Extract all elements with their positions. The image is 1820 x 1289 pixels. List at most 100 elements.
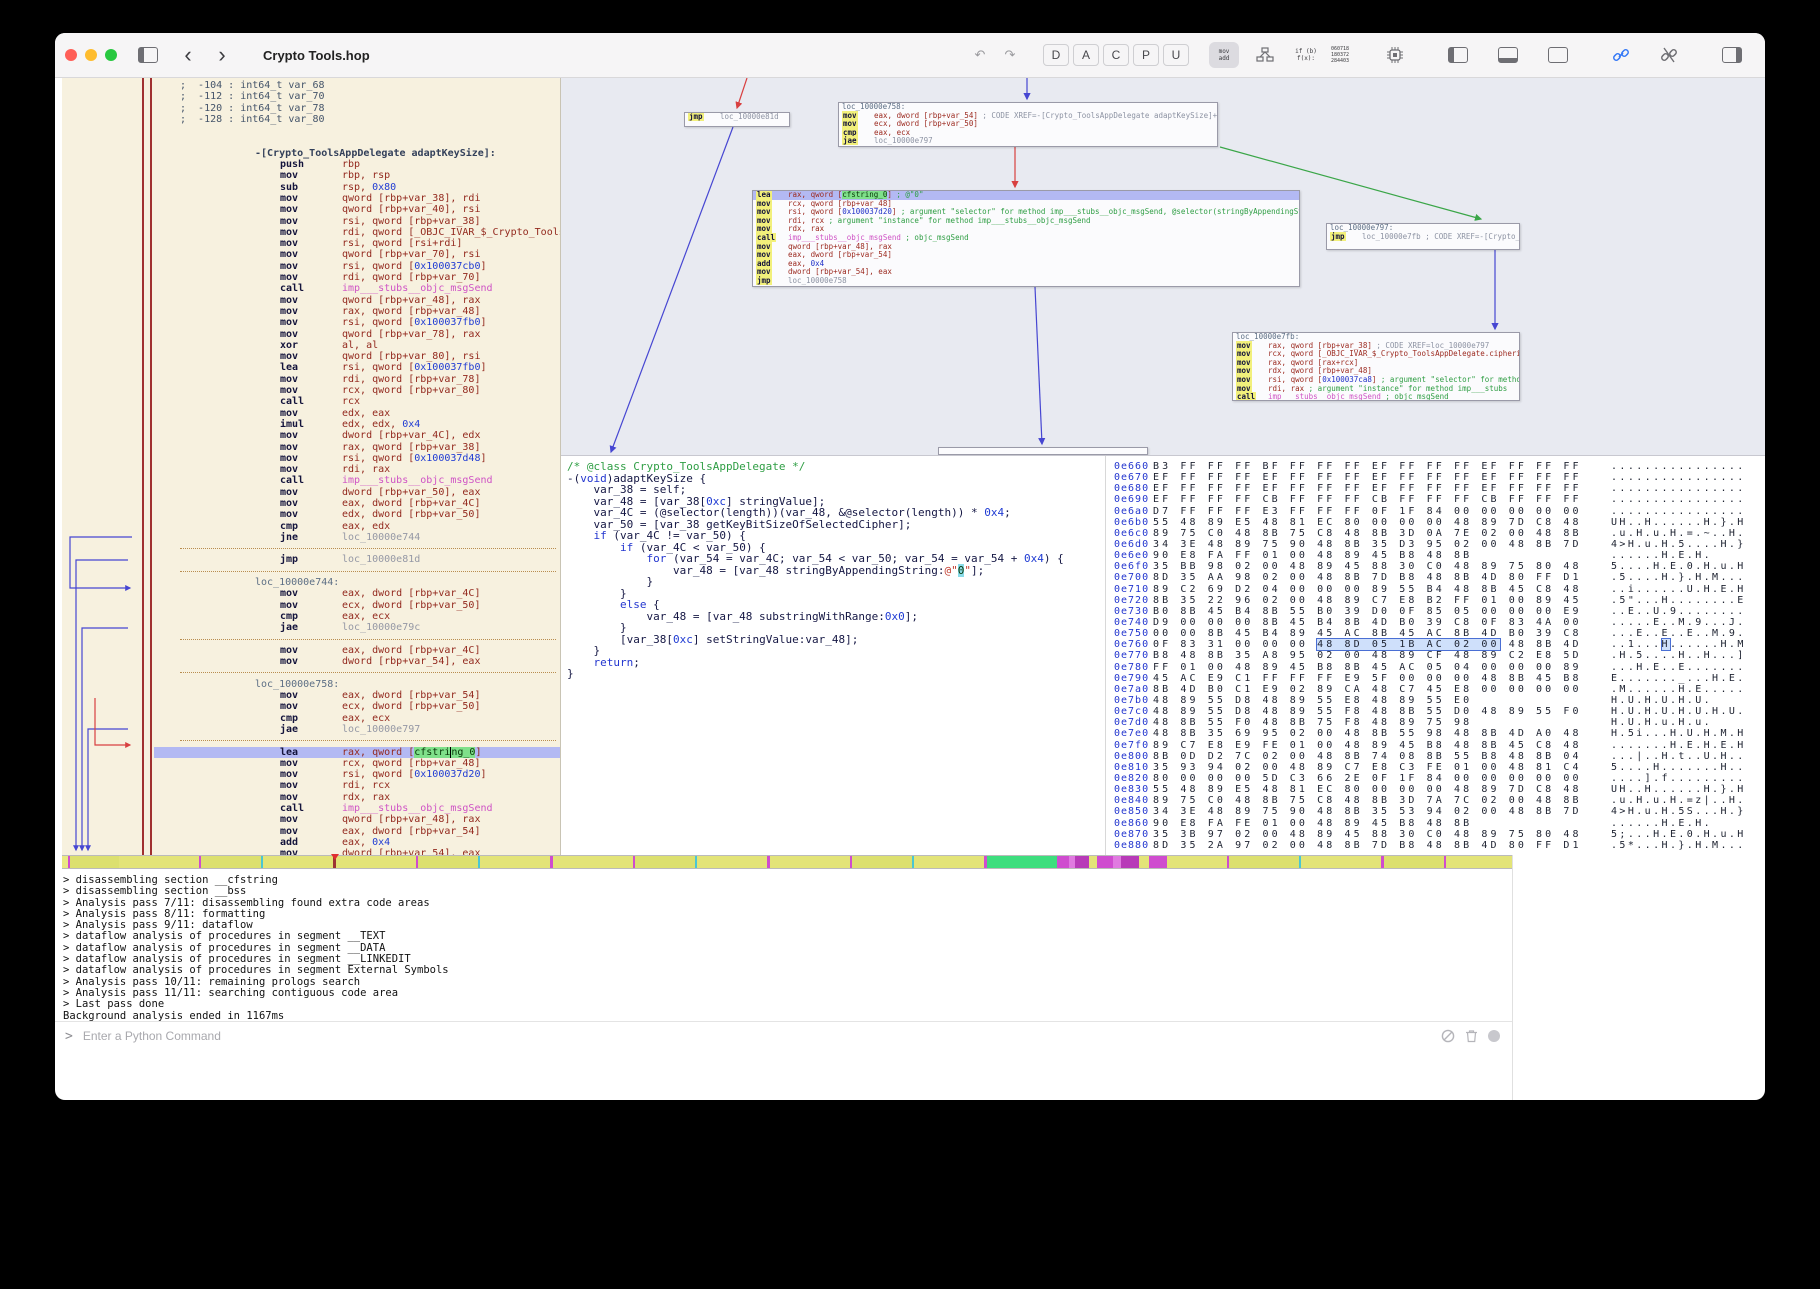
- asm-instruction[interactable]: movqword [rbp+var_40], rsi: [62, 204, 560, 215]
- asm-instruction[interactable]: movecx, dword [rbp+var_50]: [62, 701, 560, 712]
- minimap-segment[interactable]: [770, 856, 850, 868]
- assembly-pane[interactable]: ; -104 : int64_t var_68; -112 : int64_t …: [62, 78, 561, 855]
- hex-row[interactable]: 0e780FF 01 00 48 89 45 B8 8B 45 AC 05 04…: [1106, 662, 1765, 673]
- graph-mode-button[interactable]: [1250, 43, 1280, 67]
- graph-block[interactable]: loc_10000e797:jmploc_10000e7fb ; CODE XR…: [1326, 223, 1520, 250]
- toggle-right-sidebar-button[interactable]: [1716, 43, 1748, 67]
- asm-comment[interactable]: ; -112 : int64_t var_70: [62, 91, 560, 102]
- asm-instruction[interactable]: moveax, dword [rbp+var_4C]: [62, 588, 560, 599]
- hex-row[interactable]: 0e7b048 89 55 D8 48 89 55 E8 48 89 55 E0…: [1106, 695, 1765, 706]
- hex-row[interactable]: 0e75000 00 8B 45 B4 89 45 AC 8B 45 AC 8B…: [1106, 628, 1765, 639]
- pseudocode-pane[interactable]: /* @class Crypto_ToolsAppDelegate */-(vo…: [561, 456, 1105, 856]
- asm-instruction[interactable]: movrsi, qword [rbp+var_38]: [62, 216, 560, 227]
- zoom-window-button[interactable]: [105, 49, 117, 61]
- graph-block[interactable]: [938, 447, 1148, 455]
- minimap-segment[interactable]: [336, 856, 416, 868]
- asm-instruction[interactable]: pushrbp: [62, 159, 560, 170]
- mode-button-d[interactable]: D: [1043, 44, 1069, 66]
- close-window-button[interactable]: [65, 49, 77, 61]
- python-command-input[interactable]: [81, 1028, 1441, 1044]
- asm-instruction[interactable]: movrsi, qword [0x100037cb0]: [62, 261, 560, 272]
- asm-comment[interactable]: ; -128 : int64_t var_80: [62, 114, 560, 125]
- hex-row[interactable]: 0e7e048 8B 35 69 95 02 00 48 8B 55 98 48…: [1106, 728, 1765, 739]
- hex-row[interactable]: 0e84089 75 C0 48 8B 75 C8 48 8B 3D 7A 7C…: [1106, 795, 1765, 806]
- hex-row[interactable]: 0e7008D 35 AA 98 02 00 48 8B 7D B8 48 8B…: [1106, 572, 1765, 583]
- asm-instruction[interactable]: xoral, al: [62, 340, 560, 351]
- minimap-segment[interactable]: [1057, 856, 1069, 868]
- minimap-segment[interactable]: [480, 856, 550, 868]
- minimap-segment[interactable]: [1075, 856, 1089, 868]
- split-left-layout-button[interactable]: [1442, 43, 1474, 67]
- asm-instruction[interactable]: imuledx, edx, 0x4: [62, 419, 560, 430]
- asm-instruction[interactable]: movrcx, qword [rbp+var_48]: [62, 758, 560, 769]
- graph-block[interactable]: loc_10000e7fb:movrax, qword [rbp+var_38]…: [1232, 332, 1520, 401]
- asm-instruction[interactable]: movrsi, qword [rsi+rdi]: [62, 238, 560, 249]
- hex-row[interactable]: 0e680EF FF FF FF EF FF FF FF EF FF FF FF…: [1106, 483, 1765, 494]
- hex-row[interactable]: 0e6b055 48 89 E5 48 81 EC 80 00 00 00 48…: [1106, 517, 1765, 528]
- asm-instruction[interactable]: movrcx, qword [rbp+var_80]: [62, 385, 560, 396]
- minimap-segment[interactable]: [263, 856, 333, 868]
- asm-instruction[interactable]: callrcx: [62, 396, 560, 407]
- hex-pane[interactable]: 0e660B3 FF FF FF BF FF FF FF EF FF FF FF…: [1105, 456, 1765, 856]
- asm-instruction[interactable]: jaeloc_10000e79c: [62, 622, 560, 633]
- minimap-segment[interactable]: [635, 856, 695, 868]
- minimap-segment[interactable]: [1446, 856, 1512, 868]
- hex-mode-button[interactable]: 060718180372284403: [1325, 42, 1355, 68]
- hex-row[interactable]: 0e7208B 35 22 96 02 00 48 89 C7 E8 B2 FF…: [1106, 595, 1765, 606]
- hex-row[interactable]: 0e6a0D7 FF FF FF E3 FF FF FF 0F 1F 84 00…: [1106, 506, 1765, 517]
- asm-instruction[interactable]: movrdi, qword [rbp+var_78]: [62, 374, 560, 385]
- hex-row[interactable]: 0e660B3 FF FF FF BF FF FF FF EF FF FF FF…: [1106, 461, 1765, 472]
- hex-row[interactable]: 0e770B8 48 8B 35 A8 95 02 00 48 89 CF 48…: [1106, 650, 1765, 661]
- hex-row[interactable]: 0e6c089 75 C0 48 8B 75 C8 48 8B 3D 0A 7E…: [1106, 528, 1765, 539]
- minimap-segment[interactable]: [201, 856, 261, 868]
- asm-label[interactable]: loc_10000e744:: [62, 577, 560, 588]
- log-console[interactable]: > disassembling section __cfstring> disa…: [55, 871, 1512, 1021]
- split-bottom-layout-button[interactable]: [1492, 43, 1524, 67]
- hex-row[interactable]: 0e6e090 E8 FA FF 01 00 48 89 45 B8 48 8B…: [1106, 550, 1765, 561]
- asm-instruction[interactable]: subrsp, 0x80: [62, 182, 560, 193]
- minimap-segment[interactable]: [1097, 856, 1113, 868]
- asm-instruction[interactable]: movrdi, qword [_OBJC_IVAR_$_Crypto_Tools…: [62, 227, 560, 238]
- hex-row[interactable]: 0e7c048 89 55 D8 48 89 55 F8 48 8B 55 D0…: [1106, 706, 1765, 717]
- unlink-views-button[interactable]: [1654, 43, 1684, 67]
- asm-instruction[interactable]: movrdx, rax: [62, 792, 560, 803]
- pseudocode-mode-button[interactable]: if (b)f(x):: [1291, 42, 1321, 68]
- minimap-segment[interactable]: [1384, 856, 1444, 868]
- asm-instruction[interactable]: moveax, dword [rbp+var_4C]: [62, 645, 560, 656]
- minimap-segment[interactable]: [553, 856, 633, 868]
- pseudocode-line[interactable]: return;: [567, 657, 1064, 669]
- mode-button-u[interactable]: U: [1163, 44, 1189, 66]
- asm-instruction[interactable]: movedx, eax: [62, 408, 560, 419]
- asm-instruction[interactable]: movedx, dword [rbp+var_50]: [62, 509, 560, 520]
- hex-row[interactable]: 0e7a08B 4D B0 C1 E9 02 89 CA 48 C7 45 E8…: [1106, 684, 1765, 695]
- asm-instruction[interactable]: moveax, dword [rbp+var_4C]: [62, 498, 560, 509]
- asm-instruction[interactable]: movqword [rbp+var_48], rax: [62, 295, 560, 306]
- hex-row[interactable]: 0e6f035 BB 98 02 00 48 89 45 88 30 C0 48…: [1106, 561, 1765, 572]
- hex-row[interactable]: 0e730B0 8B 45 B4 8B 55 B0 39 D0 0F 85 05…: [1106, 606, 1765, 617]
- asm-instruction[interactable]: movqword [rbp+var_78], rax: [62, 329, 560, 340]
- asm-instruction[interactable]: movrdi, rcx: [62, 780, 560, 791]
- trash-icon[interactable]: [1465, 1029, 1478, 1043]
- asm-instruction[interactable]: learsi, qword [0x100037fb0]: [62, 362, 560, 373]
- pseudocode-line[interactable]: }: [567, 668, 1064, 680]
- asm-instruction[interactable]: callimp___stubs__objc_msgSend: [62, 803, 560, 814]
- hex-row[interactable]: 0e7f089 C7 E8 E9 FE 01 00 48 89 45 B8 48…: [1106, 740, 1765, 751]
- asm-instruction[interactable]: callimp___stubs__objc_msgSend: [62, 475, 560, 486]
- asm-instruction[interactable]: movqword [rbp+var_38], rdi: [62, 193, 560, 204]
- pseudocode-line[interactable]: }: [567, 645, 1064, 657]
- cpu-button[interactable]: [1380, 43, 1410, 67]
- hex-row[interactable]: 0e690EF FF FF FF CB FF FF FF CB FF FF FF…: [1106, 494, 1765, 505]
- minimize-window-button[interactable]: [85, 49, 97, 61]
- asm-instruction[interactable]: addeax, 0x4: [62, 837, 560, 848]
- asm-instruction[interactable]: callimp___stubs__objc_msgSend: [62, 283, 560, 294]
- asm-instruction[interactable]: jaeloc_10000e797: [62, 724, 560, 735]
- hex-row[interactable]: 0e7d048 8B 55 F0 48 8B 75 F8 48 89 75 98…: [1106, 717, 1765, 728]
- hex-row[interactable]: 0e6d034 3E 48 89 75 90 48 8B 35 D3 95 02…: [1106, 539, 1765, 550]
- pseudocode-line[interactable]: [var_38[0xc] setStringValue:var_48];: [567, 634, 1064, 646]
- minimap-segment[interactable]: [914, 856, 984, 868]
- hex-row[interactable]: 0e8808D 35 2A 97 02 00 48 8B 7D B8 48 8B…: [1106, 840, 1765, 851]
- asm-instruction[interactable]: movdword [rbp+var_4C], edx: [62, 430, 560, 441]
- minimap-segment[interactable]: [1301, 856, 1381, 868]
- hex-row[interactable]: 0e8008B 0D D2 7C 02 00 48 8B 74 08 8B 55…: [1106, 751, 1765, 762]
- minimap-segment[interactable]: [1139, 856, 1149, 868]
